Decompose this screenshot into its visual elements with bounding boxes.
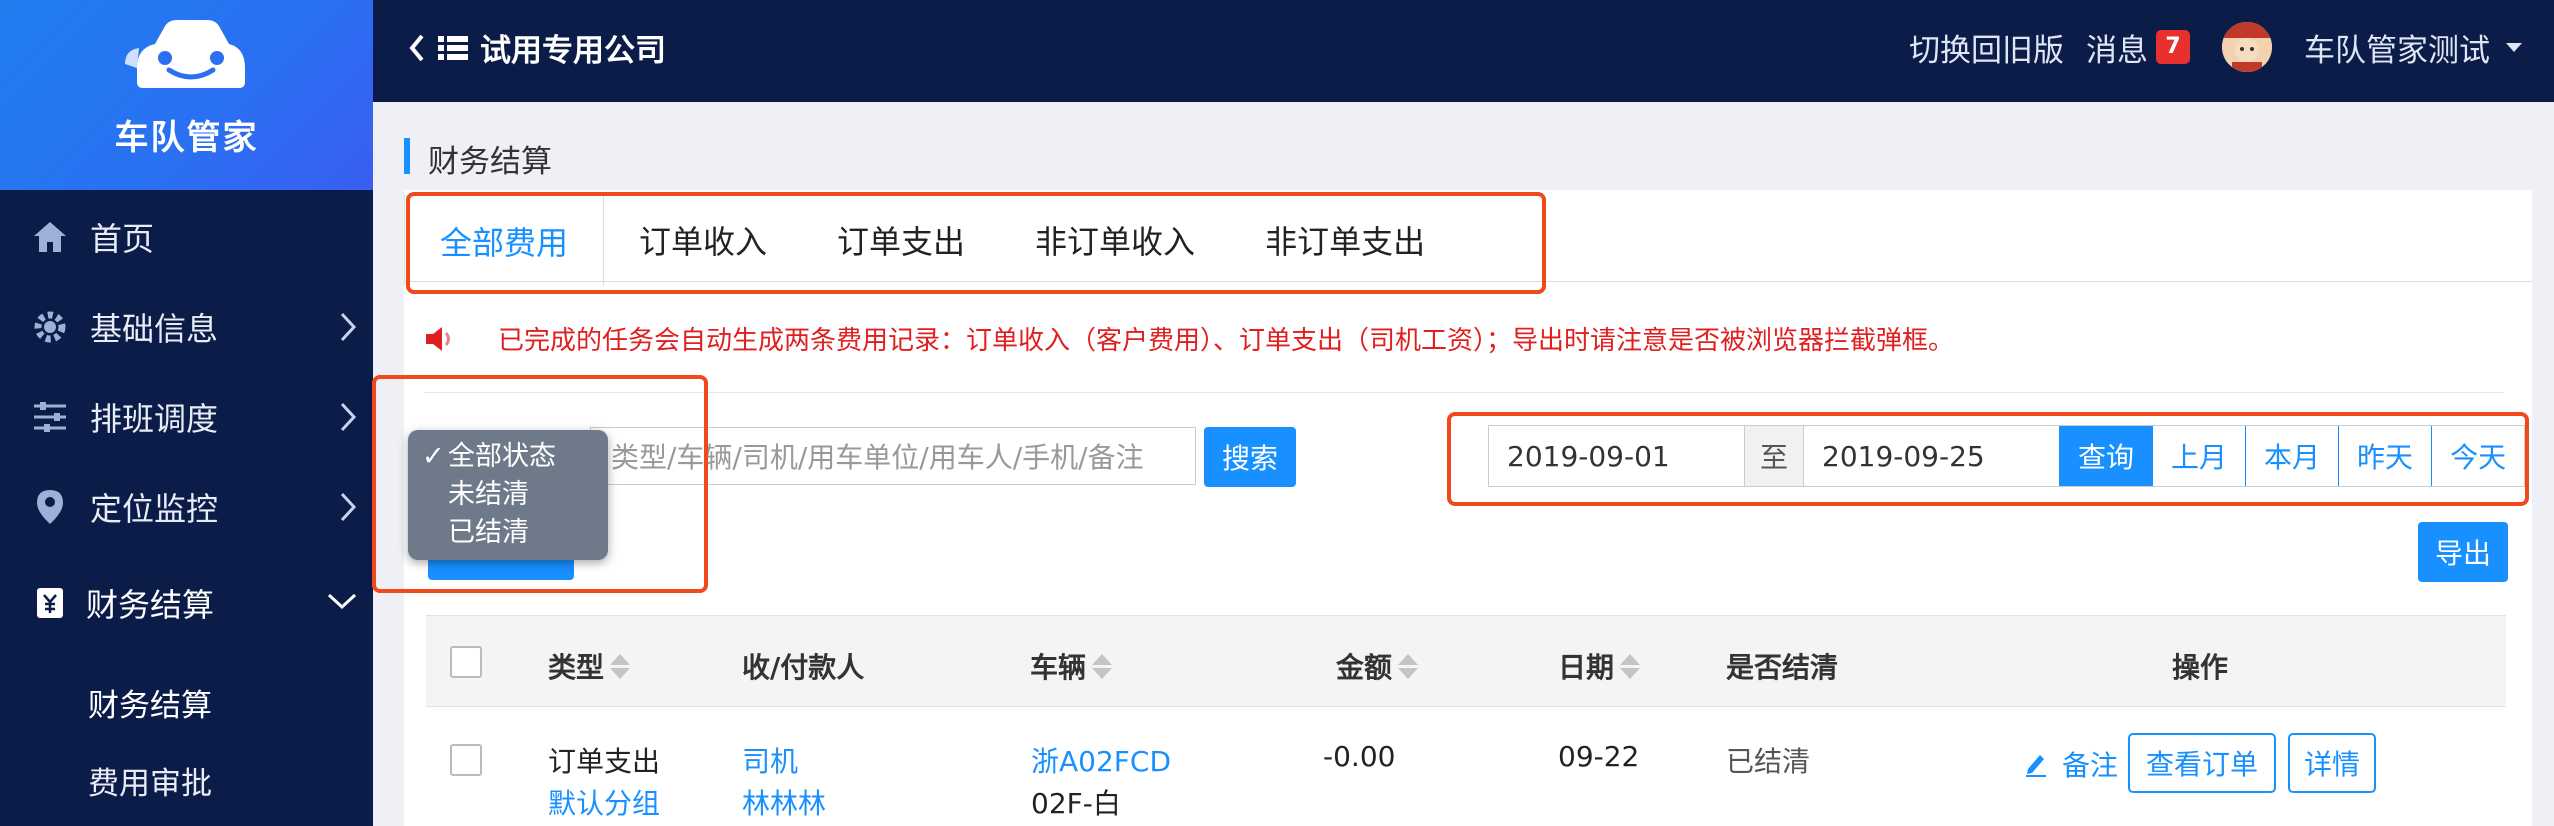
messages-label: 消息 [2086, 32, 2148, 69]
column-label: 收/付款人 [742, 651, 865, 684]
switch-old-version-link[interactable]: 切换回旧版 [1909, 25, 2064, 70]
brand-name: 车队管家 [114, 118, 259, 158]
column-label: 是否结清 [1726, 651, 1839, 684]
edit-icon [2026, 755, 2046, 777]
chevron-left-icon [409, 34, 424, 61]
sidebar-item-finance[interactable]: 财务结算 [0, 558, 373, 648]
row-settled-status: 已结清 [1726, 745, 1811, 778]
column-label: 日期 [1558, 651, 1615, 684]
row-amount: -0.00 [1323, 740, 1396, 773]
column-date[interactable]: 日期 [1558, 646, 1641, 686]
date-range-highlight-box [1447, 412, 2529, 506]
message-count-badge: 7 [2156, 30, 2190, 64]
column-payee: 收/付款人 [742, 646, 864, 686]
sidebar-item-home[interactable]: 首页 [0, 192, 373, 282]
select-all-checkbox[interactable] [450, 646, 482, 678]
row-group-link[interactable]: 默认分组 [548, 782, 660, 822]
row-checkbox[interactable] [450, 744, 482, 776]
company-switcher[interactable]: 试用专用公司 [408, 25, 666, 70]
gear-icon [30, 307, 70, 347]
sidebar-item-label: 财务结算 [86, 586, 215, 624]
column-actions: 操作 [2172, 646, 2228, 686]
page-title-accent [404, 138, 410, 174]
sort-icon [1620, 653, 1641, 679]
column-label: 操作 [2172, 651, 2229, 684]
sidebar-item-label: 首页 [90, 220, 155, 258]
row-date: 09-22 [1558, 740, 1640, 773]
chevron-right-icon [340, 312, 357, 342]
tabs-highlight-box [406, 192, 1546, 294]
export-button[interactable]: 导出 [2418, 522, 2508, 582]
caret-down-icon[interactable] [2504, 40, 2524, 54]
column-vehicle[interactable]: 车辆 [1030, 646, 1113, 686]
status-dropdown-highlight-box [372, 375, 708, 593]
avatar[interactable] [2222, 22, 2272, 72]
chevron-down-icon [327, 593, 357, 610]
column-label: 车辆 [1030, 651, 1087, 684]
messages-link[interactable]: 消息 7 [2086, 25, 2190, 70]
row-payee-role-link[interactable]: 司机 [742, 740, 798, 780]
row-note-action[interactable]: 备注 [2024, 744, 2118, 784]
sidebar-item-label: 排班调度 [90, 400, 219, 438]
header-actions: 切换回旧版 消息 7 车队管家测试 [1909, 22, 2524, 72]
top-header: 试用专用公司 切换回旧版 消息 7 车队管家测试 [373, 0, 2554, 102]
sidebar-item-location[interactable]: 定位监控 [0, 462, 373, 552]
column-label: 金额 [1336, 651, 1393, 684]
view-order-button[interactable]: 查看订单 [2128, 733, 2276, 793]
home-icon [30, 217, 70, 257]
note-label: 备注 [2062, 749, 2119, 782]
sort-icon [610, 653, 631, 679]
sidebar: 车队管家 首页 基础信息 排班调度 定位监控 财务结算 财务结算 费用审批 [0, 0, 373, 826]
notice-text: 已完成的任务会自动生成两条费用记录：订单收入（客户费用）、订单支出（司机工资）；… [498, 326, 1955, 356]
column-settled: 是否结清 [1726, 646, 1838, 686]
company-name: 试用专用公司 [480, 33, 666, 69]
column-type[interactable]: 类型 [548, 646, 631, 686]
chevron-right-icon [340, 492, 357, 522]
list-icon [438, 35, 468, 60]
finance-icon [30, 583, 70, 623]
location-pin-icon [30, 487, 70, 527]
sort-icon [1092, 653, 1113, 679]
chevron-right-icon [340, 402, 357, 432]
column-label: 类型 [548, 651, 605, 684]
column-amount[interactable]: 金额 [1336, 646, 1419, 686]
section-divider [424, 392, 2504, 393]
sidebar-item-label: 基础信息 [90, 310, 219, 348]
row-payee-name-link[interactable]: 林林林 [742, 782, 826, 822]
row-plate-link[interactable]: 浙A02FCD [1031, 740, 1171, 780]
details-button[interactable]: 详情 [2288, 733, 2376, 793]
notice-bar: 已完成的任务会自动生成两条费用记录：订单收入（客户费用）、订单支出（司机工资）；… [424, 320, 1954, 357]
sidebar-item-scheduling[interactable]: 排班调度 [0, 372, 373, 462]
car-logo-icon [125, 20, 245, 88]
sidebar-subitem-approval[interactable]: 费用审批 [88, 758, 212, 803]
page-title: 财务结算 [428, 144, 552, 180]
sliders-icon [30, 397, 70, 437]
sidebar-item-basic-info[interactable]: 基础信息 [0, 282, 373, 372]
table-header: 类型 收/付款人 车辆 金额 日期 是否结清 操作 [426, 615, 2506, 707]
sidebar-subitem-finance[interactable]: 财务结算 [88, 680, 212, 725]
brand-header: 车队管家 [0, 0, 373, 190]
sort-icon [1398, 653, 1419, 679]
sidebar-item-label: 定位监控 [90, 490, 219, 528]
row-vehicle-desc: 02F-白 [1031, 787, 1121, 820]
speaker-icon [426, 326, 450, 351]
row-type: 订单支出 [548, 745, 661, 778]
search-button[interactable]: 搜索 [1204, 427, 1296, 487]
user-name[interactable]: 车队管家测试 [2304, 25, 2490, 70]
